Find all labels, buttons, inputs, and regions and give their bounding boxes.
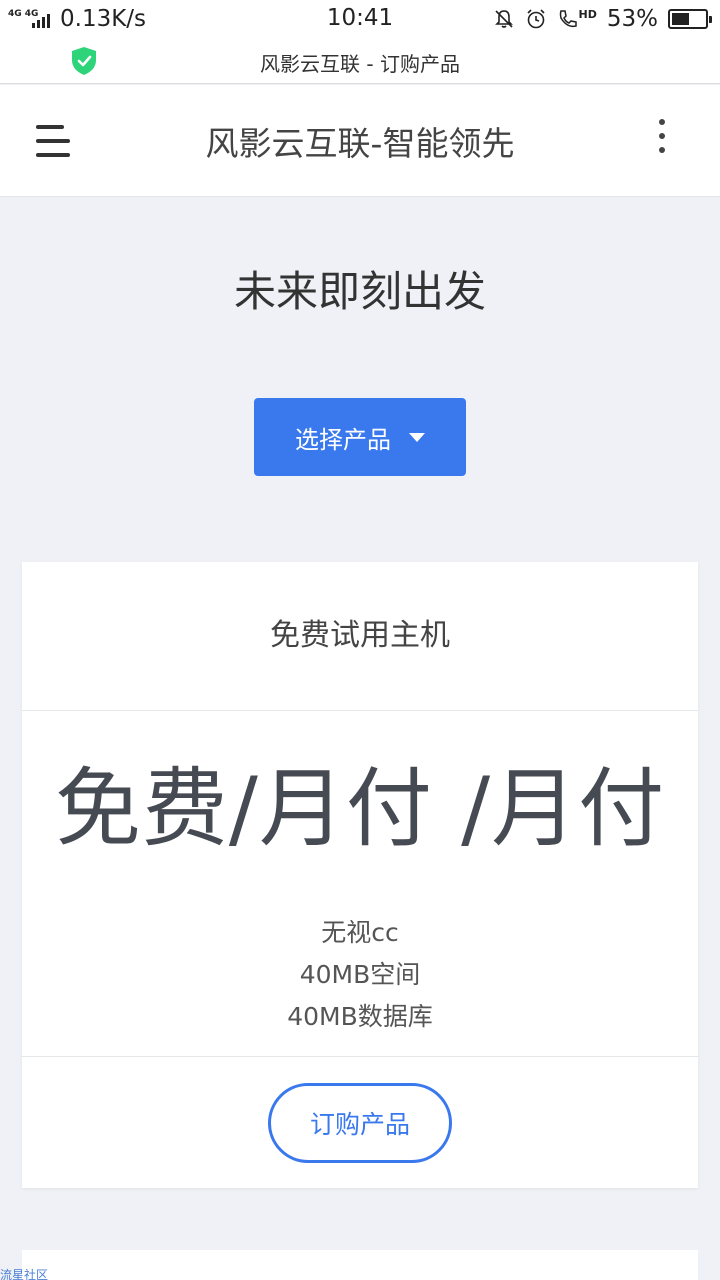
more-options-icon[interactable]	[652, 119, 672, 159]
feature-list: 无视cc 40MB空间 40MB数据库	[22, 912, 698, 1038]
watermark: 流星社区	[0, 1268, 49, 1280]
product-title: 免费试用主机	[270, 618, 450, 653]
caret-down-icon	[409, 432, 425, 442]
status-bar: 4G 4G 0.13K/s 10:41 HD 53%	[0, 0, 720, 38]
product-price: 免费/月付 /月付	[54, 759, 666, 859]
feature-item: 40MB空间	[299, 960, 421, 989]
app-header: 风影云互联-智能领先	[0, 85, 720, 197]
brand-title[interactable]: 风影云互联-智能领先	[0, 117, 720, 165]
battery-percent: 53%	[606, 6, 658, 32]
next-product-card	[22, 1250, 698, 1280]
alarm-icon	[526, 9, 545, 29]
order-product-button[interactable]: 订购产品	[268, 1083, 452, 1163]
card-footer: 订购产品	[22, 1056, 698, 1188]
select-product-label: 选择产品	[295, 425, 391, 454]
browser-title-bar: 风影云互联 - 订购产品	[0, 38, 720, 84]
status-right: HD 53%	[493, 0, 712, 38]
hd-call-icon: HD	[557, 8, 597, 30]
card-header: 免费试用主机	[22, 562, 698, 711]
hero-title: 未来即刻出发	[233, 267, 486, 316]
product-card: 免费试用主机 免费/月付 /月付 无视cc 40MB空间 40MB数据库 订购产…	[22, 562, 698, 1188]
feature-item: 无视cc	[321, 918, 399, 947]
feature-item: 40MB数据库	[287, 1002, 433, 1031]
mute-bell-icon	[494, 10, 513, 28]
battery-icon	[668, 9, 712, 29]
page-title[interactable]: 风影云互联 - 订购产品	[0, 48, 720, 77]
select-product-button[interactable]: 选择产品	[254, 398, 466, 476]
hd-label: HD	[578, 8, 597, 21]
